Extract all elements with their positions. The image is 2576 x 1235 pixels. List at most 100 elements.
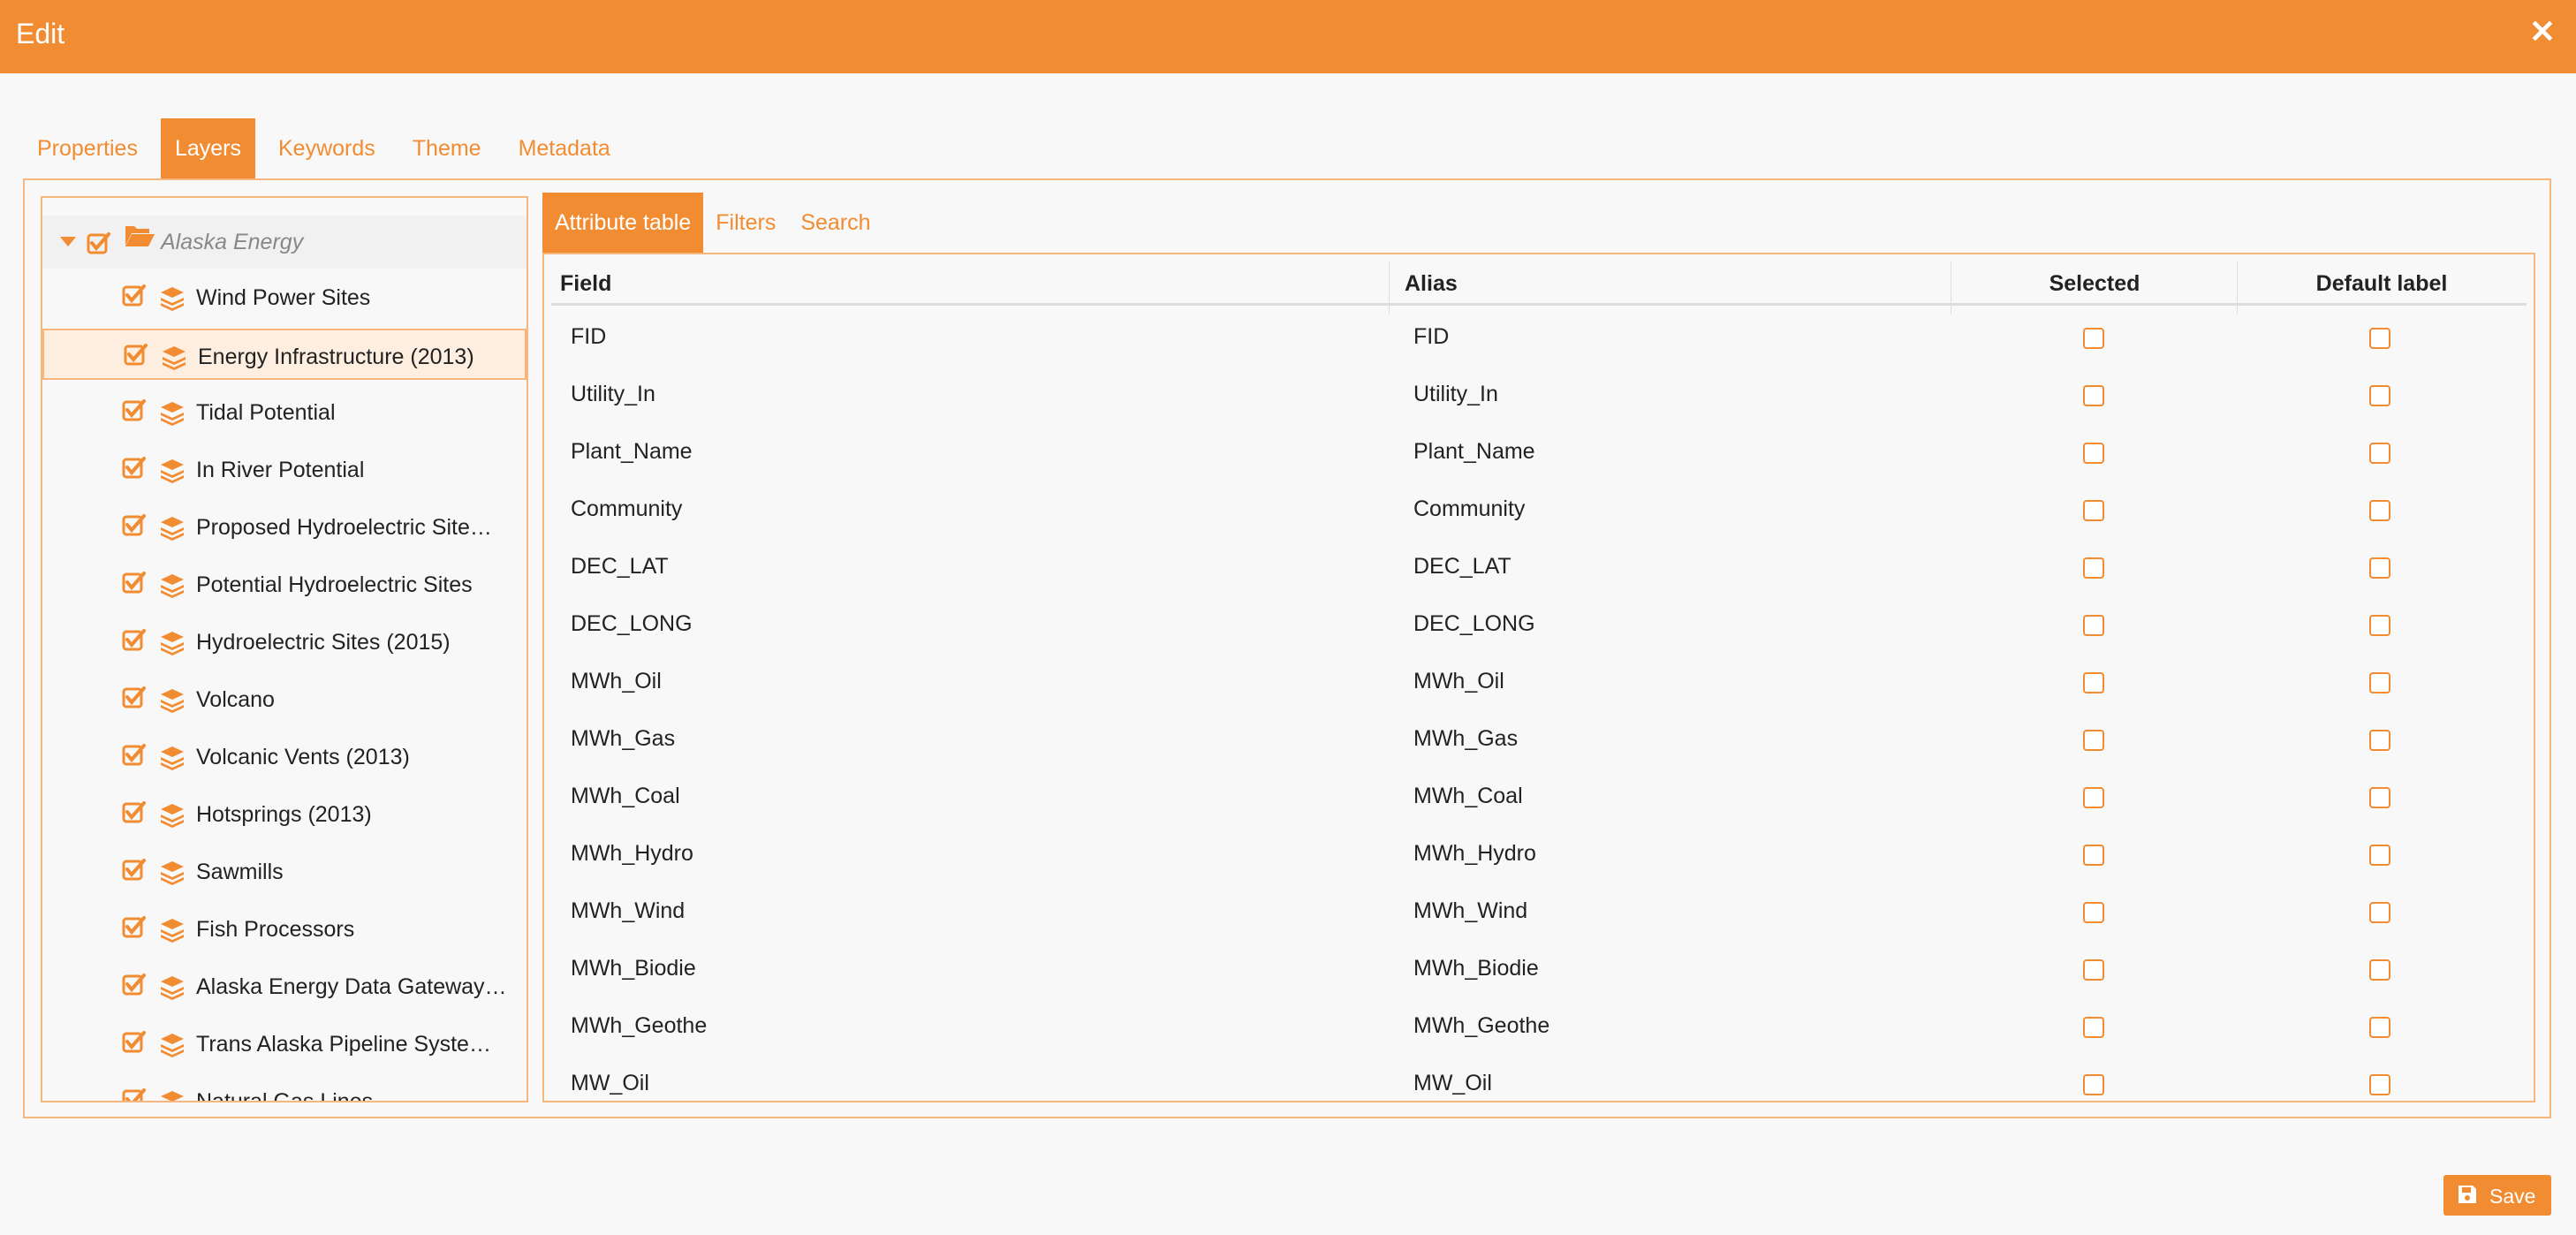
selected-checkbox[interactable] (2083, 385, 2104, 406)
selected-checkbox[interactable] (2083, 902, 2104, 923)
table-row: MWh_Oil MWh_Oil (551, 653, 2527, 710)
tree-item-layer[interactable]: Natural Gas Lines (42, 1075, 527, 1101)
checked-checkbox-icon[interactable] (122, 628, 147, 653)
layer-tree[interactable]: Alaska Energy Wind Power Sites Energy Inf… (41, 196, 528, 1102)
default-label-checkbox[interactable] (2369, 845, 2390, 866)
checked-checkbox-icon[interactable] (122, 456, 147, 481)
checked-checkbox-icon[interactable] (122, 513, 147, 538)
close-icon[interactable]: ✕ (2523, 12, 2562, 51)
default-label-checkbox[interactable] (2369, 730, 2390, 751)
tree-item-layer[interactable]: Volcanic Vents (2013) (42, 731, 527, 782)
tree-item-label: Energy Infrastructure (2013) (198, 345, 474, 369)
table-row: DEC_LONG DEC_LONG (551, 595, 2527, 653)
tree-item-label: Hydroelectric Sites (2015) (196, 630, 451, 655)
default-label-checkbox[interactable] (2369, 328, 2390, 349)
layers-icon (159, 400, 186, 427)
cell-alias: FID (1413, 324, 1450, 349)
table-row: Plant_Name Plant_Name (551, 423, 2527, 481)
cell-field: MWh_Gas (571, 726, 676, 751)
tree-root-label: Alaska Energy (161, 230, 304, 254)
cell-alias: MWh_Wind (1413, 898, 1528, 923)
tree-item-label: In River Potential (196, 458, 365, 482)
tab-filters[interactable]: Filters (703, 193, 788, 253)
save-button[interactable]: Save (2443, 1175, 2551, 1216)
checked-checkbox-icon[interactable] (122, 915, 147, 940)
default-label-checkbox[interactable] (2369, 787, 2390, 808)
checked-checkbox-icon[interactable] (122, 1030, 147, 1055)
cell-field: MWh_Biodie (571, 956, 696, 981)
selected-checkbox[interactable] (2083, 500, 2104, 521)
tree-root-alaska-energy[interactable]: Alaska Energy (42, 216, 527, 269)
selected-checkbox[interactable] (2083, 845, 2104, 866)
default-label-checkbox[interactable] (2369, 1017, 2390, 1038)
checked-checkbox-icon[interactable] (122, 1087, 147, 1101)
selected-checkbox[interactable] (2083, 1074, 2104, 1095)
default-label-checkbox[interactable] (2369, 443, 2390, 464)
tree-item-layer[interactable]: Wind Power Sites (42, 271, 527, 322)
checked-checkbox-icon[interactable] (122, 686, 147, 710)
selected-checkbox[interactable] (2083, 730, 2104, 751)
checked-checkbox-icon[interactable] (122, 800, 147, 825)
tree-item-layer[interactable]: Alaska Energy Data Gateway… (42, 960, 527, 1011)
tree-item-layer[interactable]: Trans Alaska Pipeline Syste… (42, 1018, 527, 1069)
default-label-checkbox[interactable] (2369, 672, 2390, 693)
header-field: Field (560, 271, 612, 296)
selected-checkbox[interactable] (2083, 443, 2104, 464)
checked-checkbox-icon[interactable] (87, 231, 111, 256)
cell-alias: Plant_Name (1413, 439, 1535, 464)
default-label-checkbox[interactable] (2369, 615, 2390, 636)
selected-checkbox[interactable] (2083, 615, 2104, 636)
tab-attribute-table[interactable]: Attribute table (542, 193, 704, 253)
cell-field: MWh_Coal (571, 784, 680, 808)
tree-item-layer[interactable]: Sawmills (42, 845, 527, 897)
tab-properties[interactable]: Properties (23, 118, 152, 178)
tree-item-layer[interactable]: Hydroelectric Sites (2015) (42, 616, 527, 667)
tree-item-layer[interactable]: Tidal Potential (42, 386, 527, 437)
checked-checkbox-icon[interactable] (122, 973, 147, 997)
default-label-checkbox[interactable] (2369, 557, 2390, 579)
tree-item-label: Trans Alaska Pipeline Syste… (196, 1032, 491, 1057)
selected-checkbox[interactable] (2083, 557, 2104, 579)
tree-item-label: Sawmills (196, 860, 284, 884)
selected-checkbox[interactable] (2083, 1017, 2104, 1038)
default-label-checkbox[interactable] (2369, 500, 2390, 521)
selected-checkbox[interactable] (2083, 328, 2104, 349)
cell-field: DEC_LONG (571, 611, 693, 636)
tree-item-layer[interactable]: Proposed Hydroelectric Site… (42, 501, 527, 552)
layers-icon (159, 285, 186, 312)
checked-checkbox-icon[interactable] (122, 858, 147, 883)
layers-icon (159, 1032, 186, 1058)
tree-item-layer[interactable]: Potential Hydroelectric Sites (42, 558, 527, 610)
folder-open-icon (125, 226, 155, 246)
tree-item-layer[interactable]: Fish Processors (42, 903, 527, 954)
checked-checkbox-icon[interactable] (122, 284, 147, 308)
tab-metadata[interactable]: Metadata (504, 118, 625, 178)
layers-icon (159, 917, 186, 943)
default-label-checkbox[interactable] (2369, 902, 2390, 923)
tab-keywords[interactable]: Keywords (264, 118, 390, 178)
tree-item-layer[interactable]: Hotsprings (2013) (42, 788, 527, 839)
cell-alias: MWh_Geothe (1413, 1013, 1550, 1038)
table-header: Field Alias Selected Default label (551, 261, 2527, 314)
selected-checkbox[interactable] (2083, 959, 2104, 981)
selected-checkbox[interactable] (2083, 672, 2104, 693)
tab-theme[interactable]: Theme (398, 118, 496, 178)
default-label-checkbox[interactable] (2369, 1074, 2390, 1095)
default-label-checkbox[interactable] (2369, 959, 2390, 981)
expand-caret-icon[interactable] (60, 237, 76, 246)
checked-checkbox-icon[interactable] (124, 343, 148, 367)
selected-checkbox[interactable] (2083, 787, 2104, 808)
tree-item-layer[interactable]: In River Potential (42, 443, 527, 495)
default-label-checkbox[interactable] (2369, 385, 2390, 406)
tab-layers[interactable]: Layers (160, 118, 255, 178)
tree-item-layer[interactable]: Energy Infrastructure (2013) (42, 329, 527, 380)
checked-checkbox-icon[interactable] (122, 398, 147, 423)
layers-icon (159, 458, 186, 484)
cell-field: MWh_Geothe (571, 1013, 708, 1038)
checked-checkbox-icon[interactable] (122, 743, 147, 768)
tab-search[interactable]: Search (788, 193, 883, 253)
dialog-titlebar: Edit ✕ (0, 0, 2576, 73)
checked-checkbox-icon[interactable] (122, 571, 147, 595)
tree-item-layer[interactable]: Volcano (42, 673, 527, 724)
cell-alias: MWh_Gas (1413, 726, 1519, 751)
